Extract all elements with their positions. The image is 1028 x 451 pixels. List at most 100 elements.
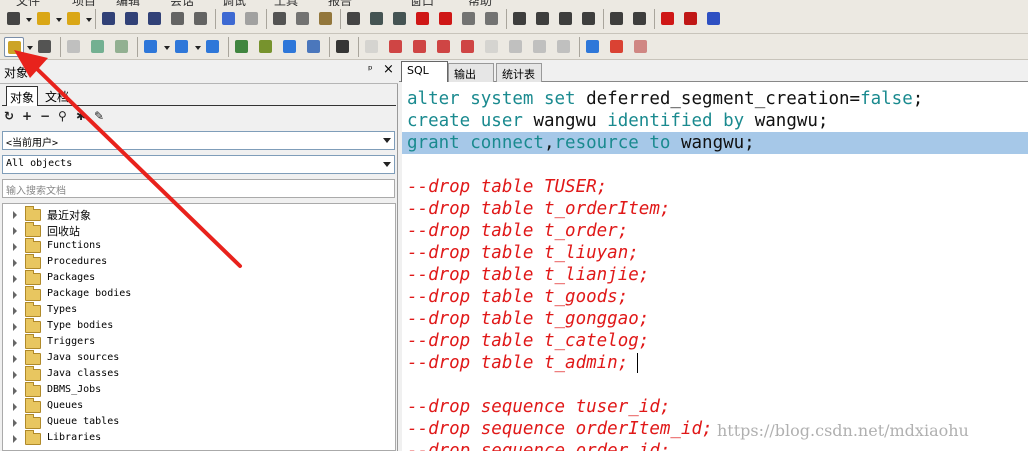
expand-icon[interactable]	[13, 211, 17, 219]
help-icon[interactable]	[704, 9, 724, 29]
save-icon[interactable]	[99, 9, 119, 29]
report-window-icon[interactable]	[579, 9, 599, 29]
expand-icon[interactable]	[13, 371, 17, 379]
expand-icon[interactable]	[13, 259, 17, 267]
database-icon[interactable]	[304, 37, 324, 57]
step-over-icon[interactable]	[506, 37, 526, 57]
expand-icon[interactable]	[13, 355, 17, 363]
tab-output[interactable]: 输出	[448, 63, 494, 82]
tree-item[interactable]: Queues	[11, 398, 371, 415]
oracle-icon[interactable]	[658, 9, 678, 29]
logon-icon[interactable]	[4, 37, 24, 57]
refresh-icon[interactable]: ↻	[4, 109, 14, 123]
new-file-icon[interactable]	[4, 9, 24, 29]
command-window-icon[interactable]	[533, 9, 553, 29]
filter-icon[interactable]: ✱	[76, 109, 86, 123]
sql-window-icon[interactable]	[510, 9, 530, 29]
redo-icon[interactable]	[242, 9, 262, 29]
expand-icon[interactable]	[13, 419, 17, 427]
build-icon[interactable]	[362, 37, 382, 57]
unindent-icon[interactable]	[390, 9, 410, 29]
report-icon[interactable]	[256, 37, 276, 57]
expand-icon[interactable]	[13, 275, 17, 283]
tree-item[interactable]: Packages	[11, 270, 371, 287]
next-arrow-icon[interactable]	[583, 37, 603, 57]
search-input[interactable]: 输入搜索文档	[2, 179, 395, 198]
chevron-down-icon[interactable]	[86, 18, 92, 22]
tree-item[interactable]: Package bodies	[11, 286, 371, 303]
sessions-list-icon[interactable]	[280, 37, 300, 57]
tab-objects[interactable]: 对象	[6, 86, 39, 106]
kill-icon[interactable]	[631, 37, 651, 57]
expand-icon[interactable]	[13, 387, 17, 395]
expand-icon[interactable]	[13, 435, 17, 443]
tree-item[interactable]: Type bodies	[11, 318, 371, 335]
user-select[interactable]: <当前用户>	[2, 131, 395, 150]
print-preview-icon[interactable]	[191, 9, 211, 29]
tab-documents[interactable]: 文档	[42, 86, 72, 106]
print-icon[interactable]	[168, 9, 188, 29]
chevron-down-icon[interactable]	[27, 46, 33, 50]
tab-sql[interactable]: SQL	[401, 61, 448, 82]
execute-gear-icon[interactable]	[35, 37, 55, 57]
tab-statistics[interactable]: 统计表	[496, 63, 542, 82]
format2-icon[interactable]	[482, 9, 502, 29]
step-icon[interactable]	[482, 37, 502, 57]
cascade-windows-icon[interactable]	[607, 9, 627, 29]
cut-icon[interactable]	[270, 9, 290, 29]
format-icon[interactable]	[459, 9, 479, 29]
tree-item[interactable]: 最近对象	[11, 206, 371, 223]
tree-item[interactable]: Procedures	[11, 254, 371, 271]
pin-icon[interactable]: ᵖ	[368, 63, 373, 76]
tree-item[interactable]: Queue tables	[11, 414, 371, 431]
tree-item[interactable]: DBMS_Jobs	[11, 382, 371, 399]
comment-icon[interactable]	[413, 9, 433, 29]
uncomment-icon[interactable]	[436, 9, 456, 29]
copy-icon[interactable]	[293, 9, 313, 29]
open-icon[interactable]	[34, 9, 54, 29]
stop-icon[interactable]	[458, 37, 478, 57]
compile-icon[interactable]	[386, 37, 406, 57]
save-as-icon[interactable]	[145, 9, 165, 29]
run-icon[interactable]	[410, 37, 430, 57]
pause-icon[interactable]	[434, 37, 454, 57]
sessions-icon[interactable]	[203, 37, 223, 57]
sql-editor[interactable]: alter system set deferred_segment_creati…	[402, 82, 1028, 451]
prev-arrow-icon[interactable]	[607, 37, 627, 57]
step-out-icon[interactable]	[554, 37, 574, 57]
rollback-icon[interactable]	[112, 37, 132, 57]
open-project-icon[interactable]	[64, 9, 84, 29]
sql-icon[interactable]	[141, 37, 161, 57]
chevron-down-icon[interactable]	[164, 46, 170, 50]
preferences-wrench-icon[interactable]	[333, 37, 353, 57]
undo-icon[interactable]	[219, 9, 239, 29]
commit-icon[interactable]	[88, 37, 108, 57]
object-filter-select[interactable]: All objects	[2, 155, 395, 174]
chevron-down-icon[interactable]	[195, 46, 201, 50]
tree-item[interactable]: Triggers	[11, 334, 371, 351]
find-icon[interactable]	[344, 9, 364, 29]
remove-icon[interactable]: −	[40, 109, 50, 123]
step-into-icon[interactable]	[530, 37, 550, 57]
chevron-down-icon[interactable]	[56, 18, 62, 22]
expand-icon[interactable]	[13, 243, 17, 251]
test-window-icon[interactable]	[556, 9, 576, 29]
close-icon[interactable]: ×	[383, 62, 394, 77]
connection-icon[interactable]	[232, 37, 252, 57]
tree-item[interactable]: Java sources	[11, 350, 371, 367]
save-all-icon[interactable]	[122, 9, 142, 29]
explain-plan-icon[interactable]	[172, 37, 192, 57]
tile-windows-icon[interactable]	[630, 9, 650, 29]
expand-icon[interactable]	[13, 227, 17, 235]
edit-filter-icon[interactable]: ✎	[94, 109, 104, 123]
expand-icon[interactable]	[13, 323, 17, 331]
tree-item[interactable]: 回收站	[11, 222, 371, 239]
tree-item[interactable]: Types	[11, 302, 371, 319]
pdf-icon[interactable]	[681, 9, 701, 29]
indent-icon[interactable]	[367, 9, 387, 29]
chevron-down-icon[interactable]	[26, 18, 32, 22]
break-icon[interactable]	[64, 37, 84, 57]
tree-item[interactable]: Functions	[11, 238, 371, 255]
expand-icon[interactable]	[13, 403, 17, 411]
expand-icon[interactable]	[13, 291, 17, 299]
